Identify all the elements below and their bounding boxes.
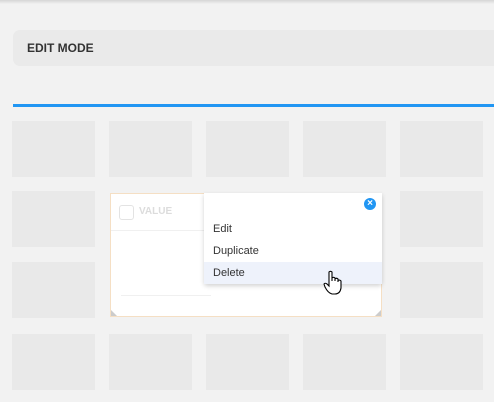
grid-placeholder-cell [400, 121, 483, 177]
menu-item-edit[interactable]: Edit [204, 218, 382, 240]
menu-item-duplicate[interactable]: Duplicate [204, 240, 382, 262]
close-circle-icon[interactable]: × [364, 198, 376, 210]
grid-placeholder-cell [12, 121, 95, 177]
grid-placeholder-cell [12, 262, 95, 318]
widget-label: VALUE [139, 206, 173, 217]
resize-handle-right[interactable] [375, 310, 381, 316]
grid-placeholder-cell [303, 334, 386, 390]
grid-placeholder-cell [303, 121, 386, 177]
resize-handle-left[interactable] [111, 310, 117, 316]
grid-placeholder-cell [400, 191, 483, 247]
widget-checkbox[interactable] [119, 205, 134, 220]
grid-placeholder-cell [206, 121, 289, 177]
grid-placeholder-cell [12, 191, 95, 247]
context-menu: × Edit Duplicate Delete [204, 193, 382, 284]
grid-placeholder-cell [109, 334, 192, 390]
widget-divider [121, 295, 211, 296]
accent-divider [13, 104, 494, 107]
grid-placeholder-cell [400, 334, 483, 390]
top-shadow [0, 0, 494, 4]
header-title: EDIT MODE [27, 41, 94, 55]
grid-placeholder-cell [400, 262, 483, 318]
grid-placeholder-cell [109, 121, 192, 177]
hand-cursor-icon [323, 270, 342, 295]
edit-mode-header: EDIT MODE [13, 30, 494, 66]
menu-item-delete[interactable]: Delete [204, 262, 382, 284]
grid-placeholder-cell [12, 334, 95, 390]
grid-placeholder-cell [206, 334, 289, 390]
